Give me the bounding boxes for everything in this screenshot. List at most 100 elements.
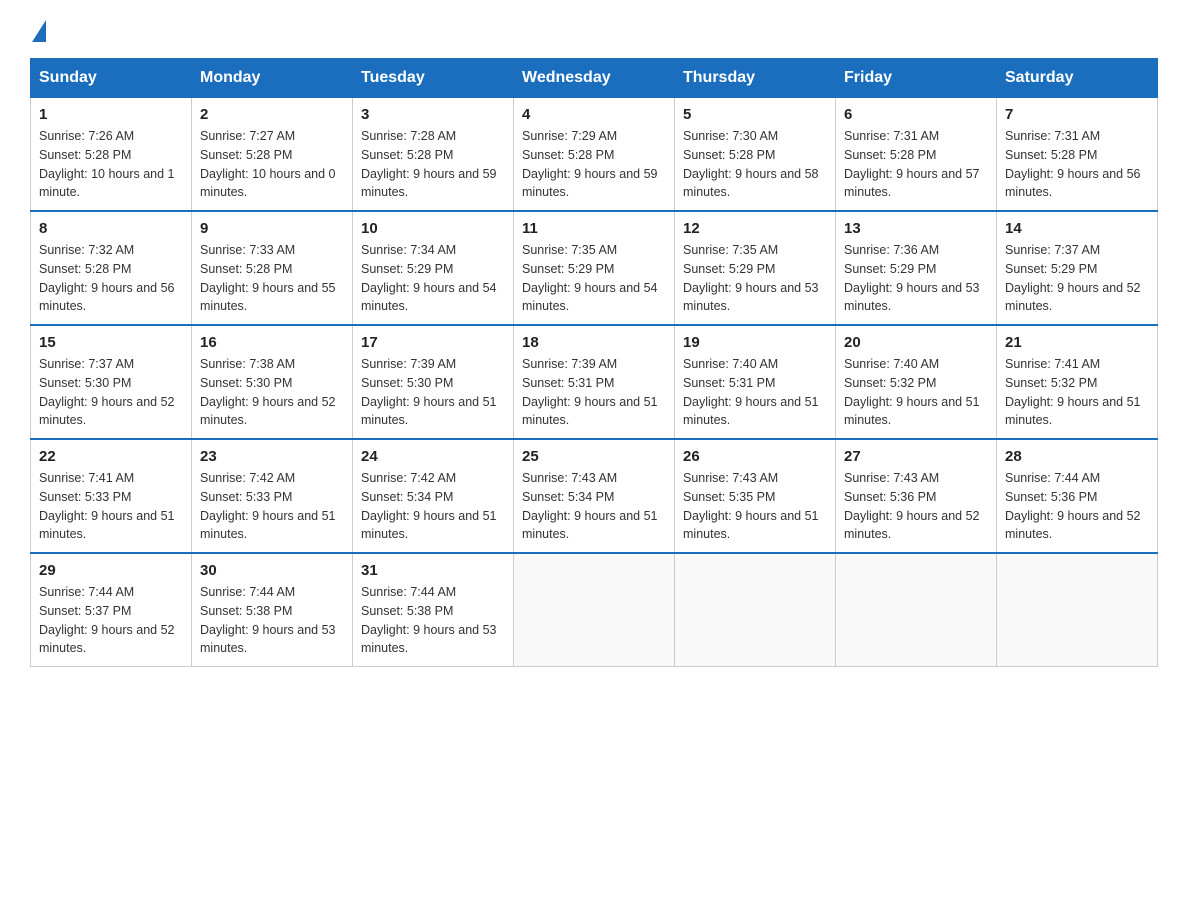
day-number: 15 (39, 334, 183, 351)
day-number: 27 (844, 448, 988, 465)
day-info: Sunrise: 7:30 AMSunset: 5:28 PMDaylight:… (683, 127, 827, 202)
calendar-week-row: 1 Sunrise: 7:26 AMSunset: 5:28 PMDayligh… (31, 98, 1158, 212)
calendar-cell: 25 Sunrise: 7:43 AMSunset: 5:34 PMDaylig… (514, 439, 675, 553)
weekday-header-row: SundayMondayTuesdayWednesdayThursdayFrid… (31, 59, 1158, 98)
day-info: Sunrise: 7:35 AMSunset: 5:29 PMDaylight:… (683, 241, 827, 316)
calendar-cell: 21 Sunrise: 7:41 AMSunset: 5:32 PMDaylig… (997, 325, 1158, 439)
day-number: 13 (844, 220, 988, 237)
calendar-cell: 24 Sunrise: 7:42 AMSunset: 5:34 PMDaylig… (353, 439, 514, 553)
day-info: Sunrise: 7:27 AMSunset: 5:28 PMDaylight:… (200, 127, 344, 202)
weekday-header-saturday: Saturday (997, 59, 1158, 98)
day-info: Sunrise: 7:26 AMSunset: 5:28 PMDaylight:… (39, 127, 183, 202)
calendar-table: SundayMondayTuesdayWednesdayThursdayFrid… (30, 58, 1158, 667)
calendar-cell: 9 Sunrise: 7:33 AMSunset: 5:28 PMDayligh… (192, 211, 353, 325)
day-info: Sunrise: 7:42 AMSunset: 5:33 PMDaylight:… (200, 469, 344, 544)
day-number: 14 (1005, 220, 1149, 237)
calendar-cell: 29 Sunrise: 7:44 AMSunset: 5:37 PMDaylig… (31, 553, 192, 667)
day-info: Sunrise: 7:33 AMSunset: 5:28 PMDaylight:… (200, 241, 344, 316)
calendar-week-row: 15 Sunrise: 7:37 AMSunset: 5:30 PMDaylig… (31, 325, 1158, 439)
calendar-cell: 10 Sunrise: 7:34 AMSunset: 5:29 PMDaylig… (353, 211, 514, 325)
day-info: Sunrise: 7:37 AMSunset: 5:29 PMDaylight:… (1005, 241, 1149, 316)
calendar-cell: 26 Sunrise: 7:43 AMSunset: 5:35 PMDaylig… (675, 439, 836, 553)
day-info: Sunrise: 7:40 AMSunset: 5:32 PMDaylight:… (844, 355, 988, 430)
day-number: 17 (361, 334, 505, 351)
day-number: 18 (522, 334, 666, 351)
weekday-header-wednesday: Wednesday (514, 59, 675, 98)
calendar-week-row: 29 Sunrise: 7:44 AMSunset: 5:37 PMDaylig… (31, 553, 1158, 667)
weekday-header-monday: Monday (192, 59, 353, 98)
day-info: Sunrise: 7:31 AMSunset: 5:28 PMDaylight:… (844, 127, 988, 202)
day-info: Sunrise: 7:44 AMSunset: 5:38 PMDaylight:… (200, 583, 344, 658)
calendar-week-row: 8 Sunrise: 7:32 AMSunset: 5:28 PMDayligh… (31, 211, 1158, 325)
day-number: 8 (39, 220, 183, 237)
calendar-cell: 13 Sunrise: 7:36 AMSunset: 5:29 PMDaylig… (836, 211, 997, 325)
day-info: Sunrise: 7:31 AMSunset: 5:28 PMDaylight:… (1005, 127, 1149, 202)
day-number: 9 (200, 220, 344, 237)
calendar-cell (514, 553, 675, 667)
page-header (30, 20, 1158, 38)
day-info: Sunrise: 7:43 AMSunset: 5:35 PMDaylight:… (683, 469, 827, 544)
calendar-cell: 16 Sunrise: 7:38 AMSunset: 5:30 PMDaylig… (192, 325, 353, 439)
day-number: 30 (200, 562, 344, 579)
day-number: 3 (361, 106, 505, 123)
calendar-cell: 23 Sunrise: 7:42 AMSunset: 5:33 PMDaylig… (192, 439, 353, 553)
day-info: Sunrise: 7:40 AMSunset: 5:31 PMDaylight:… (683, 355, 827, 430)
day-info: Sunrise: 7:41 AMSunset: 5:32 PMDaylight:… (1005, 355, 1149, 430)
day-number: 28 (1005, 448, 1149, 465)
day-info: Sunrise: 7:42 AMSunset: 5:34 PMDaylight:… (361, 469, 505, 544)
calendar-cell: 17 Sunrise: 7:39 AMSunset: 5:30 PMDaylig… (353, 325, 514, 439)
calendar-cell: 7 Sunrise: 7:31 AMSunset: 5:28 PMDayligh… (997, 98, 1158, 212)
calendar-cell (836, 553, 997, 667)
day-info: Sunrise: 7:39 AMSunset: 5:31 PMDaylight:… (522, 355, 666, 430)
day-number: 19 (683, 334, 827, 351)
day-info: Sunrise: 7:44 AMSunset: 5:38 PMDaylight:… (361, 583, 505, 658)
day-info: Sunrise: 7:29 AMSunset: 5:28 PMDaylight:… (522, 127, 666, 202)
day-number: 22 (39, 448, 183, 465)
weekday-header-friday: Friday (836, 59, 997, 98)
logo (30, 20, 46, 38)
day-number: 6 (844, 106, 988, 123)
weekday-header-tuesday: Tuesday (353, 59, 514, 98)
calendar-cell: 4 Sunrise: 7:29 AMSunset: 5:28 PMDayligh… (514, 98, 675, 212)
calendar-cell: 3 Sunrise: 7:28 AMSunset: 5:28 PMDayligh… (353, 98, 514, 212)
calendar-cell: 20 Sunrise: 7:40 AMSunset: 5:32 PMDaylig… (836, 325, 997, 439)
calendar-cell: 1 Sunrise: 7:26 AMSunset: 5:28 PMDayligh… (31, 98, 192, 212)
day-info: Sunrise: 7:37 AMSunset: 5:30 PMDaylight:… (39, 355, 183, 430)
day-number: 29 (39, 562, 183, 579)
calendar-cell: 2 Sunrise: 7:27 AMSunset: 5:28 PMDayligh… (192, 98, 353, 212)
calendar-cell: 14 Sunrise: 7:37 AMSunset: 5:29 PMDaylig… (997, 211, 1158, 325)
day-number: 24 (361, 448, 505, 465)
day-number: 5 (683, 106, 827, 123)
calendar-cell: 27 Sunrise: 7:43 AMSunset: 5:36 PMDaylig… (836, 439, 997, 553)
calendar-cell: 12 Sunrise: 7:35 AMSunset: 5:29 PMDaylig… (675, 211, 836, 325)
day-number: 16 (200, 334, 344, 351)
calendar-cell: 19 Sunrise: 7:40 AMSunset: 5:31 PMDaylig… (675, 325, 836, 439)
day-info: Sunrise: 7:35 AMSunset: 5:29 PMDaylight:… (522, 241, 666, 316)
day-info: Sunrise: 7:32 AMSunset: 5:28 PMDaylight:… (39, 241, 183, 316)
day-number: 7 (1005, 106, 1149, 123)
calendar-week-row: 22 Sunrise: 7:41 AMSunset: 5:33 PMDaylig… (31, 439, 1158, 553)
day-info: Sunrise: 7:43 AMSunset: 5:34 PMDaylight:… (522, 469, 666, 544)
calendar-cell: 18 Sunrise: 7:39 AMSunset: 5:31 PMDaylig… (514, 325, 675, 439)
day-info: Sunrise: 7:28 AMSunset: 5:28 PMDaylight:… (361, 127, 505, 202)
day-info: Sunrise: 7:44 AMSunset: 5:37 PMDaylight:… (39, 583, 183, 658)
day-number: 2 (200, 106, 344, 123)
day-info: Sunrise: 7:43 AMSunset: 5:36 PMDaylight:… (844, 469, 988, 544)
calendar-cell: 15 Sunrise: 7:37 AMSunset: 5:30 PMDaylig… (31, 325, 192, 439)
weekday-header-thursday: Thursday (675, 59, 836, 98)
calendar-cell: 8 Sunrise: 7:32 AMSunset: 5:28 PMDayligh… (31, 211, 192, 325)
day-number: 31 (361, 562, 505, 579)
day-info: Sunrise: 7:39 AMSunset: 5:30 PMDaylight:… (361, 355, 505, 430)
day-number: 10 (361, 220, 505, 237)
day-number: 21 (1005, 334, 1149, 351)
calendar-cell: 6 Sunrise: 7:31 AMSunset: 5:28 PMDayligh… (836, 98, 997, 212)
calendar-cell: 11 Sunrise: 7:35 AMSunset: 5:29 PMDaylig… (514, 211, 675, 325)
day-info: Sunrise: 7:36 AMSunset: 5:29 PMDaylight:… (844, 241, 988, 316)
day-info: Sunrise: 7:38 AMSunset: 5:30 PMDaylight:… (200, 355, 344, 430)
calendar-cell: 28 Sunrise: 7:44 AMSunset: 5:36 PMDaylig… (997, 439, 1158, 553)
day-number: 26 (683, 448, 827, 465)
calendar-cell: 22 Sunrise: 7:41 AMSunset: 5:33 PMDaylig… (31, 439, 192, 553)
day-number: 12 (683, 220, 827, 237)
calendar-cell (675, 553, 836, 667)
day-number: 4 (522, 106, 666, 123)
